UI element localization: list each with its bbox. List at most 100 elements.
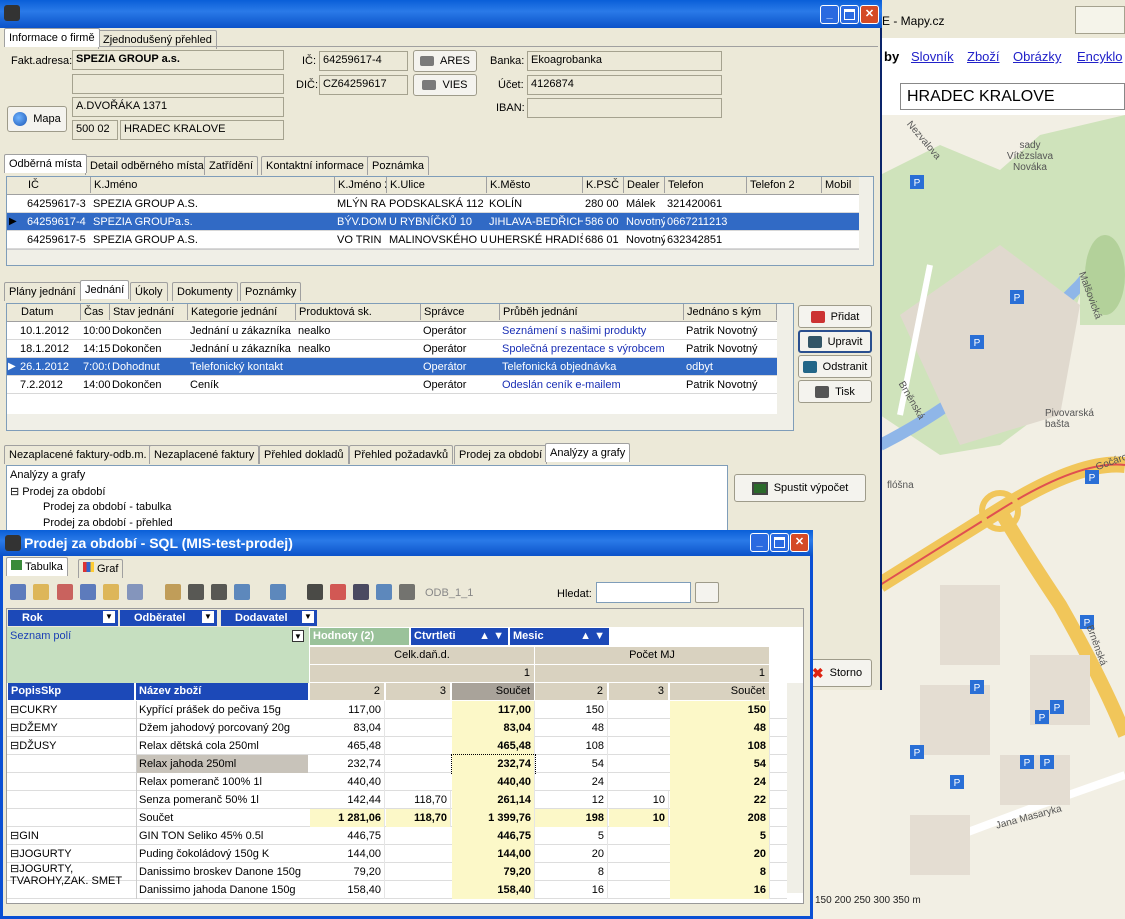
col-field-hodnoty[interactable]: Hodnoty (2) <box>310 628 409 645</box>
pivot-value-cell[interactable]: 144,00 <box>452 845 535 863</box>
tab-bottom-0[interactable]: Nezaplacené faktury-odb.m. <box>4 445 152 464</box>
pivot-group-cell[interactable]: ⊟JOGURTY <box>8 845 134 863</box>
pivot-value-cell[interactable]: 48 <box>535 719 608 737</box>
pivot-item-cell[interactable]: Danissimo jahoda Danone 150g <box>136 881 308 899</box>
seznam-dropdown[interactable]: ▼ <box>292 630 304 642</box>
firma-psc-field[interactable]: 500 02 <box>72 120 118 140</box>
filter-field-1[interactable]: Odběratel ▼ <box>120 610 217 626</box>
jed-col-header[interactable]: Datum <box>18 304 81 320</box>
pivot-value-cell[interactable]: 1 281,06 <box>310 809 385 827</box>
save-icon[interactable] <box>10 584 26 600</box>
mapa-button[interactable]: Mapa <box>7 106 67 132</box>
pivot-value-cell[interactable]: 10 <box>609 809 669 827</box>
tab-poznamka[interactable]: Poznámka <box>367 156 429 175</box>
odb-col-header[interactable]: K.PSČ <box>583 177 624 193</box>
pivot-value-cell[interactable]: 150 <box>535 701 608 719</box>
pivot-value-cell[interactable]: 83,04 <box>310 719 385 737</box>
tab-jednani[interactable]: Jednání <box>80 280 130 299</box>
filter-field-0[interactable]: Rok ▼ <box>8 610 118 626</box>
pivot-value-cell[interactable]: 440,40 <box>310 773 385 791</box>
format-icon[interactable] <box>353 584 369 600</box>
pivot-value-cell[interactable]: 446,75 <box>452 827 535 845</box>
pivot-value-cell[interactable]: 79,20 <box>310 863 385 881</box>
tab-informace-o-firme[interactable]: Informace o firmě <box>4 28 100 47</box>
hledat-input[interactable] <box>596 582 691 603</box>
maximize-button[interactable] <box>840 5 859 24</box>
pivot-value-cell[interactable]: 20 <box>670 845 770 863</box>
tree-root[interactable]: Analýzy a grafy <box>10 469 85 481</box>
jed-col-header[interactable]: Správce <box>421 304 500 320</box>
pivot-value-cell[interactable]: 232,74 <box>451 754 536 774</box>
pivot-close-button[interactable]: ✕ <box>790 533 809 552</box>
pivot-value-cell[interactable]: 8 <box>535 863 608 881</box>
tree-leaf-prehled[interactable]: Prodej za období - přehled <box>43 517 173 529</box>
firma-name2-field[interactable] <box>72 74 284 94</box>
pivot-value-cell[interactable]: 12 <box>535 791 608 809</box>
odb-col-header[interactable]: K.Jméno 2 <box>335 177 387 193</box>
link-icon[interactable] <box>165 584 181 600</box>
odb-col-header[interactable]: Telefon 2 <box>747 177 822 193</box>
pivot-value-cell[interactable]: 440,40 <box>452 773 535 791</box>
pivot-item-cell[interactable]: Puding čokoládový 150g K <box>136 845 308 863</box>
binoculars-icon[interactable] <box>188 584 204 600</box>
pivot-value-cell[interactable]: 20 <box>535 845 608 863</box>
pivot-item-cell[interactable]: Danissimo broskev Danone 150g <box>136 863 308 881</box>
tab-odberna-mista[interactable]: Odběrná místa <box>4 154 87 173</box>
pivot-value-cell[interactable]: 198 <box>535 809 608 827</box>
checklist-icon[interactable] <box>399 584 415 600</box>
tab-zatrideni[interactable]: Zatřídění <box>204 156 259 175</box>
tisk-button[interactable]: Tisk <box>798 380 872 403</box>
copy-icon[interactable] <box>127 584 143 600</box>
chart-icon[interactable] <box>330 584 346 600</box>
pivot-item-cell[interactable]: Džem jahodový porcovaný 20g <box>136 719 308 737</box>
col-field-ctvrtleti[interactable]: Ctvrtleti ▲ ▼ <box>411 628 508 645</box>
tab-plany-jednani[interactable]: Plány jednání <box>4 282 81 301</box>
pivot-value-cell[interactable]: 232,74 <box>310 755 385 773</box>
dic-field[interactable]: CZ64259617 <box>319 75 408 95</box>
pivot-value-cell[interactable]: 144,00 <box>310 845 385 863</box>
firma-street-field[interactable]: A.DVOŘÁKA 1371 <box>72 97 284 117</box>
pivot-item-cell[interactable]: Relax dětská cola 250ml <box>136 737 308 755</box>
pivot-value-cell[interactable]: 108 <box>535 737 608 755</box>
dollar-icon[interactable] <box>211 584 227 600</box>
pivot-item-cell[interactable]: GIN TON Seliko 45% 0.5l <box>136 827 308 845</box>
tab-bottom-2[interactable]: Přehled dokladů <box>259 445 349 464</box>
tree-leaf-tabulka[interactable]: Prodej za období - tabulka <box>43 501 171 513</box>
link-obrazky[interactable]: Obrázky <box>1013 49 1061 64</box>
spustit-vypocet-button[interactable]: Spustit výpočet <box>734 474 866 502</box>
odb-col-header[interactable]: K.Město <box>487 177 583 193</box>
pivot-value-cell[interactable]: 108 <box>670 737 770 755</box>
map-canvas[interactable]: P P P P P P P P P P P P <box>880 115 1125 919</box>
pivot-value-cell[interactable]: 465,48 <box>310 737 385 755</box>
tab-graf[interactable]: Graf <box>78 559 124 578</box>
tab-bottom-5[interactable]: Analýzy a grafy <box>545 443 631 462</box>
hledat-go-button[interactable] <box>695 582 719 603</box>
pivot-group-cell[interactable]: ⊟DŽUSY <box>8 737 134 755</box>
pivot-value-cell[interactable]: 79,20 <box>452 863 535 881</box>
ares-button[interactable]: ARES <box>413 50 477 72</box>
pivot-value-cell[interactable]: 16 <box>535 881 608 899</box>
rowhdr-popisskp[interactable]: PopisSkp <box>8 683 134 700</box>
ic-field[interactable]: 64259617-4 <box>319 51 408 71</box>
jed-scrollbar-h[interactable] <box>7 414 777 430</box>
jed-col-header[interactable]: Čas <box>81 304 110 320</box>
pivot-value-cell[interactable]: 5 <box>670 827 770 845</box>
link-zbozi[interactable]: Zboží <box>967 49 1000 64</box>
pivot-item-cell[interactable]: Kypřící prášek do pečiva 15g <box>136 701 308 719</box>
pivot-item-cell[interactable]: Relax pomeranč 100% 1l <box>136 773 308 791</box>
tab-tabulka[interactable]: Tabulka <box>6 557 68 576</box>
upravit-button[interactable]: Upravit <box>798 330 872 353</box>
pivot-value-cell[interactable]: 16 <box>670 881 770 899</box>
odb-col-header[interactable]: Dealer <box>624 177 665 193</box>
folder-icon[interactable] <box>103 584 119 600</box>
vies-button[interactable]: VIES <box>413 74 477 96</box>
link-encyklo[interactable]: Encyklo <box>1077 49 1123 64</box>
tab-bottom-3[interactable]: Přehled požadavků <box>349 445 454 464</box>
pivot-value-cell[interactable]: 24 <box>535 773 608 791</box>
excel-icon[interactable] <box>57 584 73 600</box>
pivot-value-cell[interactable]: 22 <box>670 791 770 809</box>
jed-col-header[interactable]: Kategorie jednání <box>188 304 296 320</box>
pivot-value-cell[interactable]: 54 <box>670 755 770 773</box>
close-button[interactable]: ✕ <box>860 5 879 24</box>
jed-col-header[interactable]: Jednáno s kým <box>684 304 777 320</box>
